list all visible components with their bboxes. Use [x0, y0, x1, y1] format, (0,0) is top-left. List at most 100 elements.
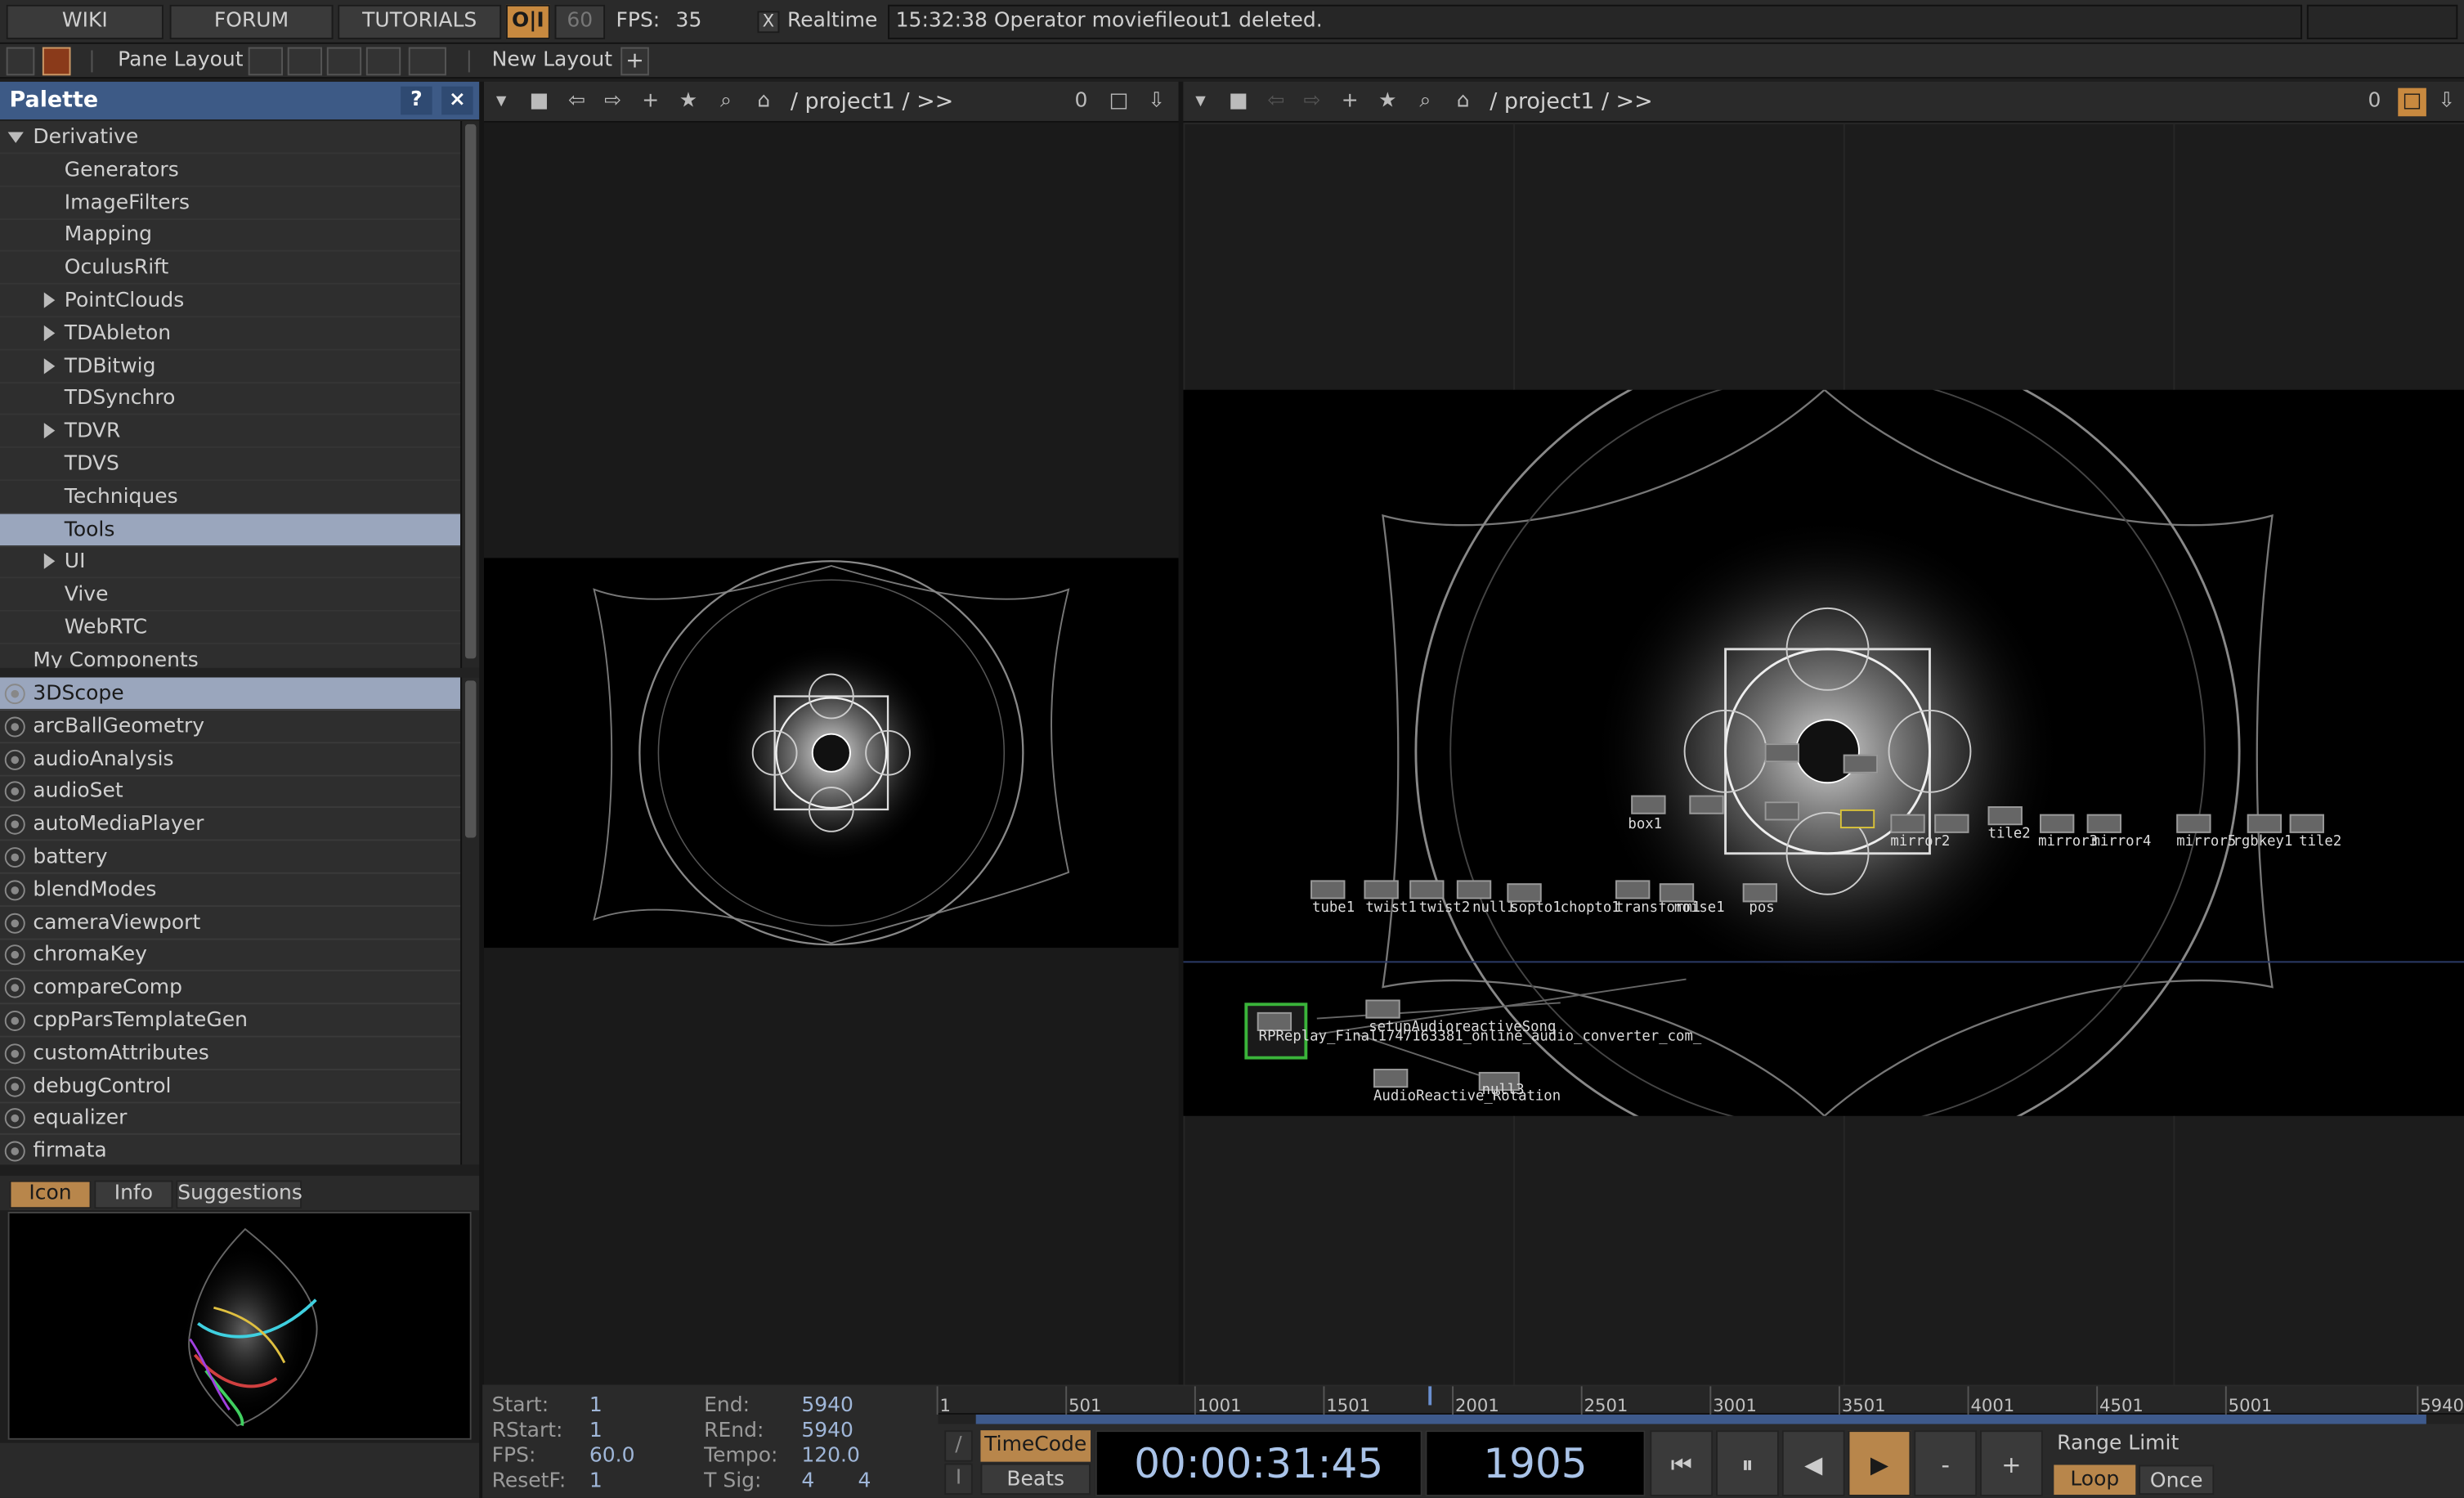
resetf-value[interactable]: 1: [589, 1469, 603, 1493]
layout-single-icon[interactable]: [248, 47, 283, 76]
search-icon[interactable]: ⌕: [1411, 88, 1440, 117]
pause-icon[interactable]: ⏸: [1716, 1430, 1779, 1496]
tutorials-button[interactable]: TUTORIALS: [338, 4, 502, 40]
start-value[interactable]: 1: [589, 1394, 603, 1418]
network-node[interactable]: [2176, 814, 2211, 833]
network-node[interactable]: [1742, 883, 1778, 903]
network-node[interactable]: [1373, 1069, 1409, 1088]
home-icon[interactable]: [42, 47, 71, 76]
bookmark-icon[interactable]: ★: [1373, 88, 1402, 117]
play-icon[interactable]: ▶: [1848, 1430, 1911, 1496]
back-icon[interactable]: ⇦: [562, 88, 591, 117]
rstart-value[interactable]: 1: [589, 1420, 603, 1443]
palette-component-item[interactable]: equalizer: [0, 1102, 461, 1136]
add-icon[interactable]: +: [1336, 88, 1364, 117]
left-pane-path[interactable]: / project1 / >>: [791, 88, 953, 117]
palette-tree-item[interactable]: Derivative: [0, 121, 461, 155]
timeline-range-bar[interactable]: [975, 1414, 2426, 1424]
network-node[interactable]: [1257, 1011, 1292, 1031]
palette-component-item[interactable]: battery: [0, 841, 461, 874]
palette-component-item[interactable]: audioSet: [0, 775, 461, 809]
network-node[interactable]: [1615, 880, 1651, 899]
add-layout-button[interactable]: +: [620, 47, 649, 76]
palette-tree-item[interactable]: TDBitwig: [0, 350, 461, 383]
layout-split-horizontal-icon[interactable]: [326, 47, 362, 76]
palette-tree-item[interactable]: Mapping: [0, 219, 461, 253]
step-back-icon[interactable]: ◀: [1781, 1430, 1845, 1496]
search-icon[interactable]: ⌕: [712, 88, 741, 117]
palette-tree-item[interactable]: TDSynchro: [0, 383, 461, 416]
palette-divider[interactable]: [0, 667, 480, 678]
expanded-arrow-icon[interactable]: [7, 132, 24, 143]
frame-display[interactable]: 1905: [1425, 1430, 1646, 1496]
palette-tree-item[interactable]: Vive: [0, 579, 461, 612]
palette-tree-item[interactable]: OculusRift: [0, 252, 461, 285]
collapsed-arrow-icon[interactable]: [43, 423, 56, 439]
pane-menu-icon[interactable]: ▾: [1186, 88, 1215, 117]
palette-tree-item[interactable]: Generators: [0, 154, 461, 187]
palette-close-button[interactable]: ×: [441, 86, 473, 115]
pane-split-icon[interactable]: ⇩: [1142, 88, 1171, 117]
maximize-icon[interactable]: □: [1104, 88, 1133, 117]
home-path-icon[interactable]: ⌂: [1449, 88, 1477, 117]
palette-component-item[interactable]: chromaKey: [0, 939, 461, 972]
collapsed-arrow-icon[interactable]: [43, 357, 56, 374]
palette-tree-item[interactable]: Tools: [0, 513, 461, 547]
network-node[interactable]: [1365, 999, 1400, 1019]
palette-component-item[interactable]: cppParsTemplateGen: [0, 1004, 461, 1038]
network-node[interactable]: [2086, 814, 2121, 833]
palette-component-item[interactable]: debugControl: [0, 1070, 461, 1103]
tsig-numerator[interactable]: 4: [801, 1469, 814, 1493]
layout-split-vertical-icon[interactable]: [287, 47, 323, 76]
palette-tree-item[interactable]: WebRTC: [0, 612, 461, 645]
palette-tree-item[interactable]: TDVR: [0, 415, 461, 449]
rend-value[interactable]: 5940: [801, 1420, 853, 1443]
network-node[interactable]: [1456, 880, 1492, 899]
palette-tree-item[interactable]: TDAbleton: [0, 317, 461, 351]
network-node[interactable]: [1764, 801, 1799, 821]
network-node[interactable]: [1934, 814, 1969, 833]
home-path-icon[interactable]: ⌂: [750, 88, 778, 117]
warning-node[interactable]: [1839, 809, 1875, 828]
tab-icon[interactable]: Icon: [9, 1180, 92, 1209]
network-node[interactable]: [1507, 883, 1542, 903]
tempo-value[interactable]: 120.0: [801, 1445, 860, 1469]
network-node[interactable]: [1987, 806, 2023, 826]
tree-scrollbar[interactable]: [460, 121, 480, 668]
palette-tree-item[interactable]: ImageFilters: [0, 186, 461, 220]
collapsed-arrow-icon[interactable]: [43, 554, 56, 570]
layout-three-icon[interactable]: [365, 47, 401, 76]
palette-component-item[interactable]: blendModes: [0, 873, 461, 907]
stop-icon[interactable]: ■: [1224, 88, 1252, 117]
network-node[interactable]: [2247, 814, 2283, 833]
network-node[interactable]: [2040, 814, 2075, 833]
network-node[interactable]: [1409, 880, 1445, 899]
step-plus-button[interactable]: +: [1979, 1430, 2043, 1496]
tsig-denominator[interactable]: 4: [858, 1469, 871, 1493]
network-node[interactable]: [1659, 883, 1695, 903]
maximize-icon[interactable]: □: [2398, 87, 2426, 117]
palette-tree-item[interactable]: Techniques: [0, 481, 461, 514]
right-pane-path[interactable]: / project1 / >>: [1490, 88, 1652, 117]
layout-icon[interactable]: [6, 47, 35, 76]
fps-target-field[interactable]: 60: [554, 4, 606, 40]
perform-mode-toggle[interactable]: O|I: [505, 4, 550, 40]
palette-tree-item[interactable]: My Components: [0, 644, 460, 667]
wiki-button[interactable]: WIKI: [6, 4, 164, 40]
network-node[interactable]: [1364, 880, 1399, 899]
network-editor[interactable]: box1 mirror2 tile2 mirror3 mirror4 mirro…: [1183, 122, 2464, 1385]
playhead[interactable]: [1428, 1386, 1432, 1406]
palette-component-item[interactable]: customAttributes: [0, 1037, 461, 1070]
layout-quad-icon[interactable]: [408, 47, 446, 76]
back-icon[interactable]: ⇦: [1262, 88, 1291, 117]
add-icon[interactable]: +: [636, 88, 665, 117]
network-node[interactable]: [1843, 754, 1879, 774]
forum-button[interactable]: FORUM: [169, 4, 334, 40]
network-node[interactable]: [1890, 814, 1925, 833]
network-node[interactable]: [1689, 795, 1724, 814]
palette-component-item[interactable]: firmata: [0, 1135, 460, 1164]
fps-setting-value[interactable]: 60.0: [589, 1445, 635, 1469]
step-minus-button[interactable]: -: [1914, 1430, 1978, 1496]
forward-icon[interactable]: ⇨: [598, 88, 627, 117]
timecode-mode-button[interactable]: TimeCode: [980, 1430, 1091, 1462]
